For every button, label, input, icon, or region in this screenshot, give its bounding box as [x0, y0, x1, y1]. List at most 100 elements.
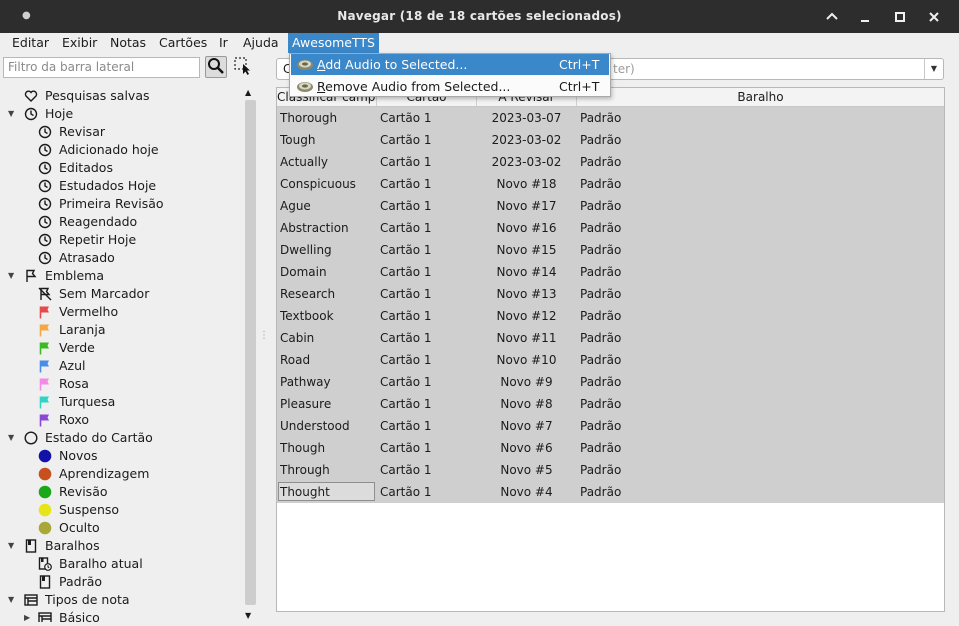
sidebar-item-azul[interactable]: Azul — [0, 357, 243, 375]
minimize-button[interactable] — [853, 6, 877, 28]
maximize-button[interactable] — [888, 6, 912, 28]
expand-arrow-icon[interactable]: ▼ — [8, 267, 18, 285]
column-header-deck[interactable]: Baralho — [577, 88, 944, 106]
table-cell: Conspicuous — [280, 177, 356, 191]
sidebar-item-aprendizagem[interactable]: Aprendizagem — [0, 465, 243, 483]
menu-cartoes[interactable]: Cartões — [155, 33, 211, 53]
table-cell: Textbook — [280, 309, 334, 323]
table-row[interactable]: Domain Cartão 1 Novo #14 Padrão — [277, 261, 944, 283]
expand-arrow-icon[interactable]: ▼ — [8, 537, 18, 555]
sidebar-item-novos[interactable]: Novos — [0, 447, 243, 465]
sidebar-item-label: Hoje — [45, 106, 74, 121]
table-row[interactable]: Research Cartão 1 Novo #13 Padrão — [277, 283, 944, 305]
table-cell: Novo #6 — [500, 441, 553, 455]
table-cell: Novo #13 — [496, 287, 557, 301]
clock-icon — [38, 161, 52, 175]
sidebar-item-básico[interactable]: ▶ Básico — [0, 609, 243, 622]
sidebar-item-estudados-hoje[interactable]: Estudados Hoje — [0, 177, 243, 195]
sidebar-item-adicionado-hoje[interactable]: Adicionado hoje — [0, 141, 243, 159]
sidebar-item-repetir-hoje[interactable]: Repetir Hoje — [0, 231, 243, 249]
table-row[interactable]: Cabin Cartão 1 Novo #11 Padrão — [277, 327, 944, 349]
table-row[interactable]: Thorough Cartão 1 2023-03-07 Padrão — [277, 107, 944, 129]
splitter-handle[interactable]: ⋮ — [259, 330, 269, 354]
table-cell: Cabin — [280, 331, 315, 345]
select-tool-button[interactable] — [232, 56, 254, 78]
close-button[interactable] — [922, 6, 946, 28]
table-row[interactable]: Abstraction Cartão 1 Novo #16 Padrão — [277, 217, 944, 239]
sidebar-item-revisar[interactable]: Revisar — [0, 123, 243, 141]
expand-arrow-icon[interactable]: ▼ — [8, 105, 18, 123]
sidebar-item-sem-marcador[interactable]: Sem Marcador — [0, 285, 243, 303]
dot-icon — [38, 503, 52, 517]
collapsed-arrow-icon[interactable]: ▶ — [24, 609, 34, 622]
menu-item-remove-audio[interactable]: Remove Audio from Selected... Ctrl+T — [291, 76, 609, 97]
sidebar-item-label: Tipos de nota — [45, 592, 130, 607]
table-row[interactable]: Conspicuous Cartão 1 Novo #18 Padrão — [277, 173, 944, 195]
menu-ir[interactable]: Ir — [215, 33, 232, 53]
expand-arrow-icon[interactable]: ▼ — [8, 591, 18, 609]
table-row[interactable]: Actually Cartão 1 2023-03-02 Padrão — [277, 151, 944, 173]
clock-icon — [38, 233, 52, 247]
sidebar-item-primeira-revisão[interactable]: Primeira Revisão — [0, 195, 243, 213]
sidebar-filter-input[interactable]: Filtro da barra lateral — [3, 57, 200, 78]
menu-exibir[interactable]: Exibir — [58, 33, 101, 53]
clock-icon — [38, 125, 52, 139]
flag-icon — [38, 359, 52, 373]
sidebar-item-label: Roxo — [59, 412, 90, 427]
table-cell: Cartão 1 — [380, 353, 432, 367]
window-title: Navegar (18 de 18 cartões selecionados) — [337, 9, 622, 23]
menu-ajuda[interactable]: Ajuda — [239, 33, 283, 53]
sidebar-item-label: Padrão — [59, 574, 103, 589]
chevron-up-icon[interactable] — [820, 6, 844, 28]
sidebar-item-verde[interactable]: Verde — [0, 339, 243, 357]
sidebar-item-roxo[interactable]: Roxo — [0, 411, 243, 429]
sidebar-item-baralhos[interactable]: ▼ Baralhos — [0, 537, 243, 555]
sidebar-item-vermelho[interactable]: Vermelho — [0, 303, 243, 321]
sidebar-item-laranja[interactable]: Laranja — [0, 321, 243, 339]
table-cell: Cartão 1 — [380, 331, 432, 345]
sidebar-item-atrasado[interactable]: Atrasado — [0, 249, 243, 267]
sidebar-item-hoje[interactable]: ▼ Hoje — [0, 105, 243, 123]
search-history-dropdown[interactable]: ▼ — [924, 59, 943, 79]
table-row[interactable]: Understood Cartão 1 Novo #7 Padrão — [277, 415, 944, 437]
scroll-up-arrow-icon[interactable]: ▲ — [245, 88, 251, 97]
table-row[interactable]: Though Cartão 1 Novo #6 Padrão — [277, 437, 944, 459]
menu-awesometts[interactable]: AwesomeTTS — [288, 33, 379, 53]
sidebar-item-label: Vermelho — [59, 304, 119, 319]
menu-editar[interactable]: Editar — [8, 33, 53, 53]
table-row[interactable]: Dwelling Cartão 1 Novo #15 Padrão — [277, 239, 944, 261]
menu-item-add-audio[interactable]: Add Audio to Selected... Ctrl+T — [291, 54, 609, 75]
expand-arrow-icon[interactable]: ▼ — [8, 429, 18, 447]
table-row[interactable]: Pleasure Cartão 1 Novo #8 Padrão — [277, 393, 944, 415]
sidebar-scrollbar[interactable]: ▲ ▼ — [243, 86, 257, 622]
sidebar-item-editados[interactable]: Editados — [0, 159, 243, 177]
sidebar-item-turquesa[interactable]: Turquesa — [0, 393, 243, 411]
sidebar-item-estado-do-cartão[interactable]: ▼ Estado do Cartão — [0, 429, 243, 447]
table-row[interactable]: Road Cartão 1 Novo #10 Padrão — [277, 349, 944, 371]
table-row[interactable]: Ague Cartão 1 Novo #17 Padrão — [277, 195, 944, 217]
table-row[interactable]: Thought Cartão 1 Novo #4 Padrão — [277, 481, 944, 503]
table-row[interactable]: Tough Cartão 1 2023-03-02 Padrão — [277, 129, 944, 151]
sidebar-item-revisão[interactable]: Revisão — [0, 483, 243, 501]
sidebar-item-suspenso[interactable]: Suspenso — [0, 501, 243, 519]
table-row[interactable]: Through Cartão 1 Novo #5 Padrão — [277, 459, 944, 481]
menu-bar: Editar Exibir Notas Cartões Ir Ajuda Awe… — [0, 33, 959, 53]
sidebar-item-oculto[interactable]: Oculto — [0, 519, 243, 537]
sidebar-item-label: Sem Marcador — [59, 286, 150, 301]
menu-notas[interactable]: Notas — [106, 33, 150, 53]
sidebar-item-pesquisas-salvas[interactable]: Pesquisas salvas — [0, 87, 243, 105]
scrollbar-thumb[interactable] — [245, 100, 256, 605]
scroll-down-arrow-icon[interactable]: ▼ — [245, 611, 251, 620]
sidebar-tree: Pesquisas salvas ▼ Hoje Revisar Adicionado h… — [0, 86, 243, 622]
sidebar-item-baralho-atual[interactable]: Baralho atual — [0, 555, 243, 573]
search-button[interactable] — [205, 56, 227, 78]
sidebar-item-emblema[interactable]: ▼ Emblema — [0, 267, 243, 285]
sidebar-item-reagendado[interactable]: Reagendado — [0, 213, 243, 231]
sidebar-item-padrão[interactable]: Padrão — [0, 573, 243, 591]
table-row[interactable]: Pathway Cartão 1 Novo #9 Padrão — [277, 371, 944, 393]
sidebar-item-tipos-de-nota[interactable]: ▼ Tipos de nota — [0, 591, 243, 609]
sidebar-item-rosa[interactable]: Rosa — [0, 375, 243, 393]
dot-icon — [38, 485, 52, 499]
clock-icon — [38, 197, 52, 211]
table-row[interactable]: Textbook Cartão 1 Novo #12 Padrão — [277, 305, 944, 327]
